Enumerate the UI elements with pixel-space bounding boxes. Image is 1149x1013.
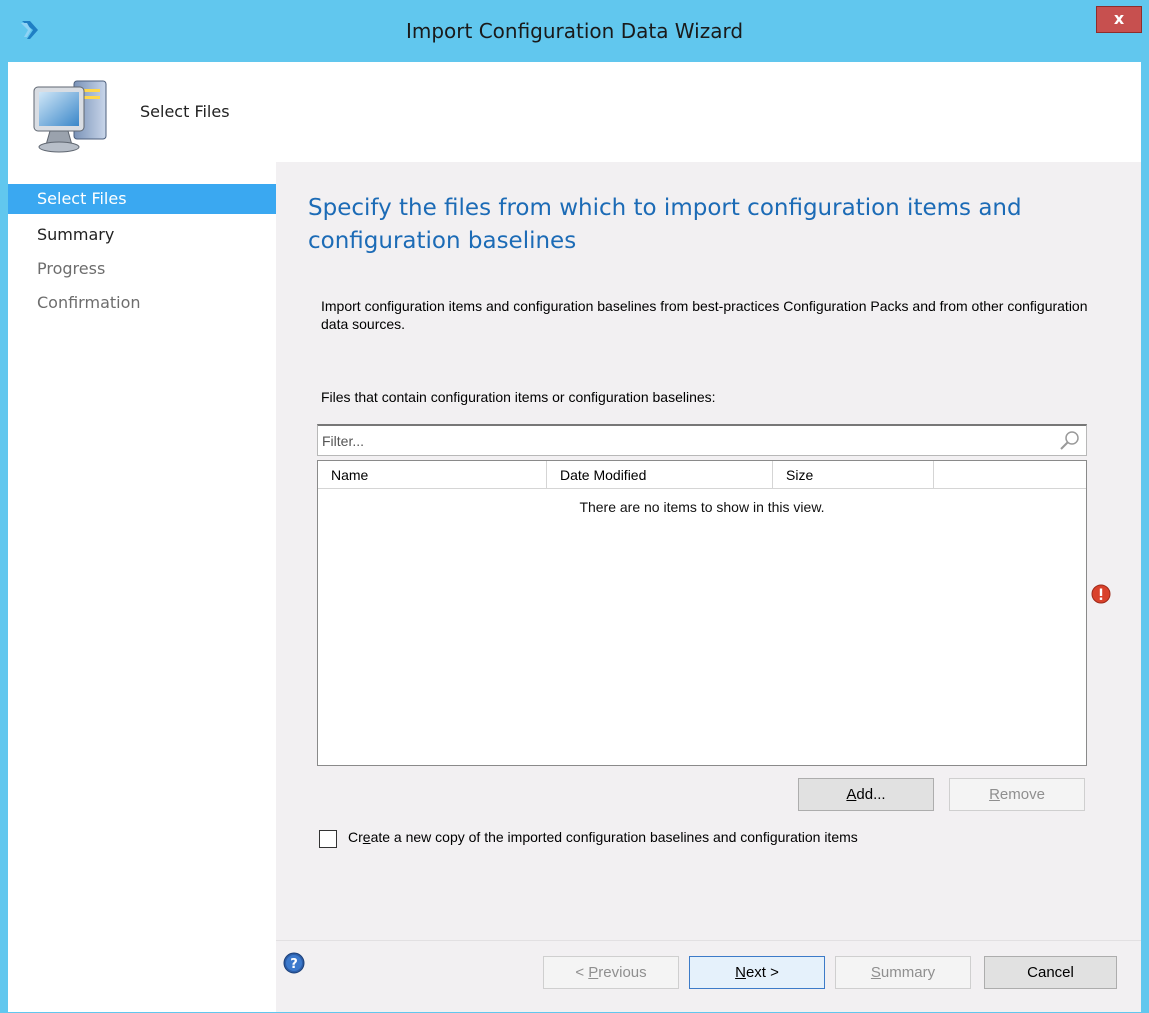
- help-icon[interactable]: ?: [283, 952, 305, 974]
- files-list-label: Files that contain configuration items o…: [321, 389, 716, 405]
- close-button[interactable]: x: [1096, 6, 1142, 33]
- computer-icon: [33, 80, 107, 153]
- nav-item-summary[interactable]: Summary: [8, 220, 276, 250]
- create-copy-label[interactable]: Create a new copy of the imported config…: [348, 829, 858, 845]
- remove-button-label: emove: [999, 786, 1045, 803]
- title-bar: Import Configuration Data Wizard x: [0, 0, 1149, 62]
- filter-input[interactable]: [322, 430, 1052, 452]
- previous-button: < Previous: [543, 956, 679, 989]
- add-button-label: dd...: [856, 786, 886, 803]
- column-header-size[interactable]: Size: [773, 461, 934, 489]
- empty-list-message: There are no items to show in this view.: [579, 499, 825, 515]
- wizard-content: Specify the files from which to import c…: [276, 162, 1141, 1012]
- nav-item-confirmation: Confirmation: [37, 293, 141, 312]
- files-listview[interactable]: Name Date Modified Size There are no ite…: [317, 460, 1087, 766]
- wizard-window: Import Configuration Data Wizard x Selec…: [0, 0, 1149, 1013]
- column-header-name[interactable]: Name: [318, 461, 547, 489]
- add-button[interactable]: Add...: [798, 778, 934, 811]
- column-header-filler: [934, 461, 1086, 489]
- summary-button: Summary: [835, 956, 971, 989]
- remove-button: Remove: [949, 778, 1085, 811]
- svg-text:?: ?: [290, 957, 298, 972]
- nav-item-select-files[interactable]: Select Files: [8, 184, 276, 214]
- wizard-header: Select Files: [8, 62, 1141, 162]
- footer-divider: [276, 940, 1141, 941]
- wizard-nav: Select Files Summary Progress Confirmati…: [8, 162, 276, 1012]
- nav-item-progress: Progress: [37, 259, 106, 278]
- filter-box: [317, 424, 1087, 456]
- column-header-date-modified[interactable]: Date Modified: [547, 461, 773, 489]
- header-title: Select Files: [140, 102, 230, 121]
- next-button[interactable]: Next >: [689, 956, 825, 989]
- page-heading: Specify the files from which to import c…: [308, 195, 1022, 254]
- create-copy-checkbox[interactable]: [319, 830, 337, 848]
- window-title: Import Configuration Data Wizard: [405, 19, 744, 43]
- cancel-button[interactable]: Cancel: [984, 956, 1117, 989]
- error-icon: [1091, 584, 1111, 604]
- page-description: Import configuration items and configura…: [321, 298, 1088, 332]
- search-icon[interactable]: [1058, 429, 1082, 453]
